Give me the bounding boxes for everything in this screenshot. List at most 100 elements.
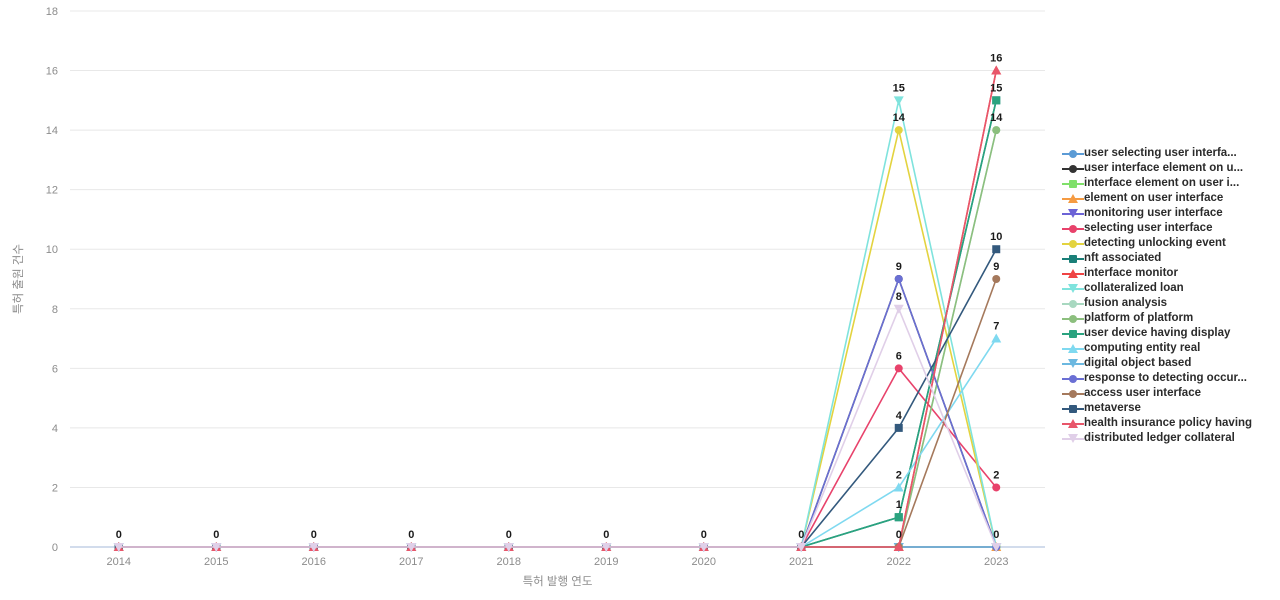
x-axis-tick-label: 2016 [302,556,326,568]
legend-item[interactable]: interface element on user i... [1062,176,1280,191]
series-group[interactable] [114,275,1001,551]
legend-item[interactable]: response to detecting occur... [1062,371,1280,386]
x-axis-tick-label: 2022 [887,556,911,568]
data-point-value-label: 1 [896,499,902,511]
series-line[interactable] [118,129,998,548]
y-axis-tick-label: 8 [52,304,58,316]
series-point-marker[interactable] [894,275,903,283]
x-axis-tick-label: 2017 [399,556,423,568]
legend-item[interactable]: nft associated [1062,251,1280,266]
legend-item-label: selecting user interface [1084,222,1213,234]
series-line[interactable] [118,278,998,548]
legend-item[interactable]: user device having display [1062,326,1280,341]
series-group[interactable] [113,333,1002,551]
x-axis-tick-label: 2018 [497,556,521,568]
legend-item[interactable]: monitoring user interface [1062,206,1280,221]
series-group[interactable] [114,96,1001,551]
legend-symbol-icon [1068,434,1078,443]
legend-item[interactable]: distributed ledger collateral [1062,431,1280,446]
series-point-marker[interactable] [992,245,1001,254]
plot-area: 0 2 4 6 8 10 12 14 16 18 2014 2015 2016 2017 2018 2019 2… [0,0,1050,600]
series-line[interactable] [118,248,997,548]
series-group[interactable] [114,275,1001,551]
series-point-marker[interactable] [893,96,904,106]
series-group[interactable] [114,275,1001,551]
series-line[interactable] [118,99,998,548]
series-line[interactable] [118,367,997,548]
legend-symbol-icon [1069,254,1077,263]
y-axis-tick-label: 16 [46,66,58,78]
legend-item-label: response to detecting occur... [1084,372,1247,384]
legend-item[interactable]: computing entity real [1062,341,1280,356]
legend-item[interactable]: digital object based [1062,356,1280,371]
legend-item-label: metaverse [1084,402,1141,414]
legend-item-label: detecting unlocking event [1084,237,1226,249]
series-line[interactable] [118,100,998,548]
legend-item[interactable]: metaverse [1062,401,1280,416]
series-line[interactable] [118,278,998,548]
legend-item[interactable]: element on user interface [1062,191,1280,206]
legend-symbol-icon [1068,269,1078,278]
data-point-value-label: 15 [893,82,905,94]
series-point-marker[interactable] [894,126,903,135]
series-point-marker[interactable] [894,513,903,522]
data-point-value-label: 14 [990,112,1003,124]
legend-item[interactable]: platform of platform [1062,311,1280,326]
data-point-value-label: 2 [993,469,999,481]
legend-marker-icon [1062,251,1084,266]
series-line[interactable] [118,129,998,548]
legend-item-label: access user interface [1084,387,1201,399]
data-point-value-label: 14 [893,112,906,124]
x-axis-tick-label: 2020 [692,556,716,568]
legend-item-label: health insurance policy having [1084,417,1253,429]
series-group[interactable] [114,245,1001,551]
legend-item[interactable]: selecting user interface [1062,221,1280,236]
y-axis-tick-label: 10 [46,244,58,256]
series-point-marker[interactable] [894,364,903,373]
legend-item-label: monitoring user interface [1084,207,1223,219]
legend-item[interactable]: fusion analysis [1062,296,1280,311]
series-point-marker[interactable] [991,333,1002,343]
legend-marker-icon [1062,401,1084,416]
data-point-value-label: 4 [896,410,903,422]
series-point-marker[interactable] [992,126,1001,135]
legend-symbol-icon [1069,374,1077,383]
y-axis-tick-label: 2 [52,482,58,494]
legend-symbol-icon [1069,314,1077,323]
series-line[interactable] [118,100,998,548]
legend-symbol-icon [1069,164,1077,173]
legend-item[interactable]: interface monitor [1062,266,1280,281]
series-point-marker[interactable] [992,483,1001,492]
legend-item-label: user interface element on u... [1084,162,1244,174]
legend-symbol-icon [1068,419,1078,428]
series-group[interactable] [113,96,1002,552]
legend-marker-icon [1062,191,1084,206]
series-line[interactable] [118,278,998,548]
legend-marker-icon [1062,176,1084,191]
legend-marker-icon [1062,281,1084,296]
legend-item[interactable]: user interface element on u... [1062,161,1280,176]
series-line[interactable] [118,129,998,548]
legend-marker-icon [1062,221,1084,236]
legend-symbol-icon [1068,209,1078,218]
legend-item[interactable]: user selecting user interfa... [1062,146,1280,161]
legend-item[interactable]: access user interface [1062,386,1280,401]
legend-marker-icon [1062,416,1084,431]
legend-item[interactable]: detecting unlocking event [1062,236,1280,251]
legend-marker-icon [1062,371,1084,386]
legend-marker-icon [1062,161,1084,176]
series-group[interactable] [114,96,1001,551]
series-point-marker[interactable] [992,275,1001,283]
legend-item[interactable]: collateralized loan [1062,281,1280,296]
series-line[interactable] [118,338,997,548]
series-point-marker[interactable] [992,96,1001,105]
legend-item-label: collateralized loan [1084,282,1184,294]
legend-item[interactable]: health insurance policy having [1062,416,1280,431]
series-group[interactable] [114,364,1001,551]
chart-legend[interactable]: user selecting user interfa... user inter… [1062,146,1280,446]
legend-item-label: platform of platform [1084,312,1194,324]
series-point-marker[interactable] [894,423,903,432]
legend-marker-icon [1062,311,1084,326]
y-axis-title: 특허 출원 건수 [11,244,25,314]
legend-symbol-icon [1068,284,1078,293]
